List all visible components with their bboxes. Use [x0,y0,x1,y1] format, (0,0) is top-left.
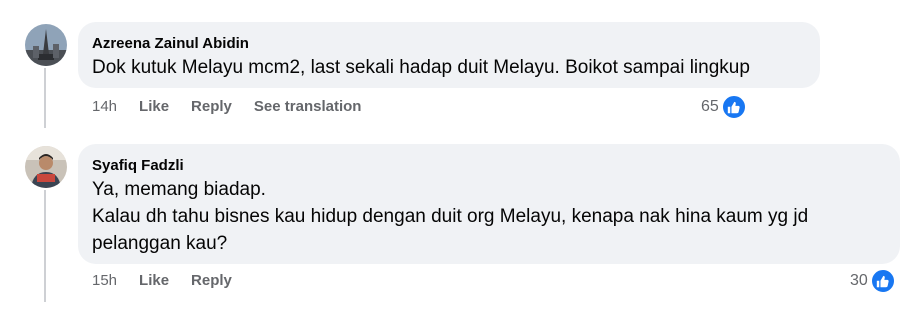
comment-text: Kalau dh tahu bisnes kau hidup dengan du… [92,206,809,227]
like-button[interactable]: Like [139,98,169,115]
avatar[interactable] [25,146,67,188]
reaction-count: 30 [850,272,868,289]
like-icon [720,94,747,120]
comment-text: Ya, memang biadap. [92,179,266,200]
comment-bubble: Syafiq Fadzli Ya, memang biadap. Kalau d… [78,144,900,264]
like-icon [869,268,896,294]
reply-button[interactable]: Reply [191,98,232,115]
avatar[interactable] [25,24,67,66]
comment-text: Dok kutuk Melayu mcm2, last sekali hadap… [92,57,750,78]
timestamp[interactable]: 15h [92,272,117,289]
reaction-summary[interactable]: 65 [701,94,747,120]
comment-text: pelanggan kau? [92,233,228,254]
reply-button[interactable]: Reply [191,272,232,289]
comment-bubble: Azreena Zainul Abidin Dok kutuk Melayu m… [78,22,820,88]
like-button[interactable]: Like [139,272,169,289]
reaction-count: 65 [701,98,719,115]
see-translation-link[interactable]: See translation [254,98,362,115]
comment-author[interactable]: Azreena Zainul Abidin [92,34,806,54]
comment-actions: 15h Like Reply [92,272,254,289]
comment-actions: 14h Like Reply See translation [92,98,383,115]
timestamp[interactable]: 14h [92,98,117,115]
thread-line [44,190,46,302]
comment-author[interactable]: Syafiq Fadzli [92,156,886,176]
thread-line [44,68,46,128]
reaction-summary[interactable]: 30 [850,268,896,294]
